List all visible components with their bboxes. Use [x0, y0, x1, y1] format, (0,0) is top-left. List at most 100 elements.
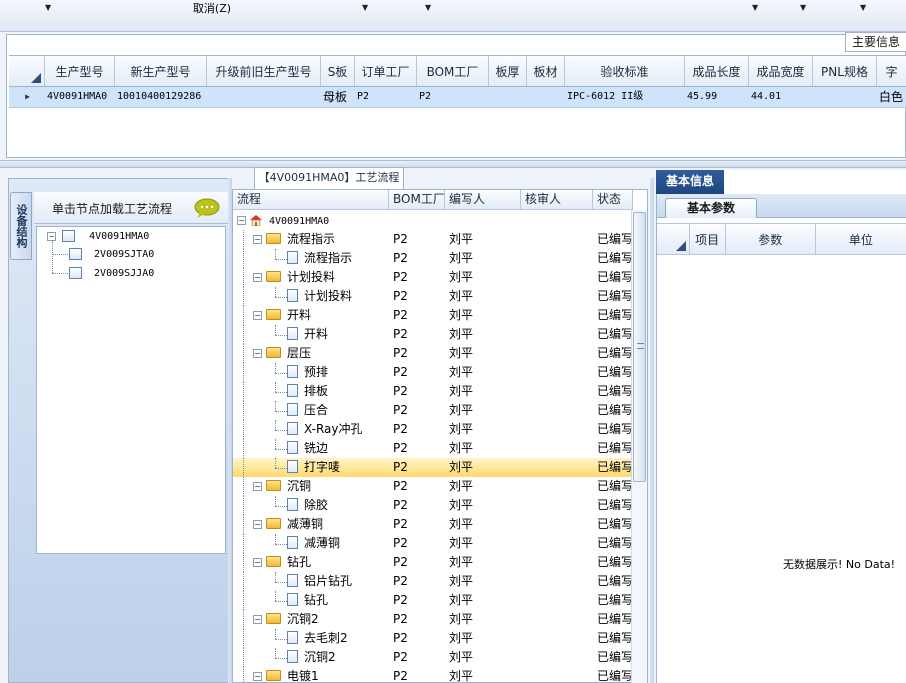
- document-icon: [287, 289, 298, 302]
- tree-node-group[interactable]: − 电镀1 P2 刘平 已编写: [233, 667, 631, 683]
- collapse-icon[interactable]: −: [253, 349, 262, 358]
- tree-line: [275, 439, 276, 449]
- horizontal-splitter[interactable]: [0, 160, 906, 168]
- column-header[interactable]: 生产型号: [45, 56, 115, 86]
- column-header[interactable]: 核审人: [521, 190, 593, 209]
- tree-node-step[interactable]: 钻孔 P2 刘平 已编写: [233, 591, 631, 610]
- column-header[interactable]: 项目: [690, 224, 726, 254]
- collapse-icon[interactable]: −: [253, 482, 262, 491]
- tree-node-child[interactable]: 2V009SJJA0: [69, 267, 154, 279]
- column-header[interactable]: 板材: [527, 56, 565, 86]
- tree-line: [243, 306, 244, 325]
- column-header[interactable]: 状态: [593, 190, 633, 209]
- tab-process-flow[interactable]: 【4V0091HMA0】工艺流程: [254, 167, 404, 189]
- collapse-icon[interactable]: −: [253, 672, 262, 681]
- table-cell[interactable]: IPC-6012 II级: [565, 87, 685, 107]
- table-cell[interactable]: 45.99: [685, 87, 749, 107]
- dropdown-arrow-icon[interactable]: ▼: [425, 3, 431, 12]
- tree-node-group[interactable]: − 层压 P2 刘平 已编写: [233, 344, 631, 363]
- tree-node-step[interactable]: 减薄铜 P2 刘平 已编写: [233, 534, 631, 553]
- tree-node-step[interactable]: 流程指示 P2 刘平 已编写: [233, 249, 631, 268]
- collapse-icon[interactable]: −: [237, 216, 246, 225]
- tree-node-group[interactable]: − 沉铜2 P2 刘平 已编写: [233, 610, 631, 629]
- column-header[interactable]: 编写人: [445, 190, 521, 209]
- tree-node-group[interactable]: − 沉铜 P2 刘平 已编写: [233, 477, 631, 496]
- dropdown-arrow-icon[interactable]: ▼: [800, 3, 806, 12]
- author-cell: 刘平: [449, 517, 474, 531]
- tree-node-group[interactable]: − 开料 P2 刘平 已编写: [233, 306, 631, 325]
- collapse-icon[interactable]: −: [253, 520, 262, 529]
- column-header[interactable]: 参数: [726, 224, 816, 254]
- tab-basic-params[interactable]: 基本参数: [665, 198, 757, 218]
- tree-node-step[interactable]: 开料 P2 刘平 已编写: [233, 325, 631, 344]
- scrollbar-thumb[interactable]: [633, 212, 646, 482]
- vertical-splitter[interactable]: [650, 178, 654, 683]
- column-header[interactable]: 订单工厂: [355, 56, 417, 86]
- column-header[interactable]: BOM工厂: [417, 56, 489, 86]
- tree-node-step[interactable]: 排板 P2 刘平 已编写: [233, 382, 631, 401]
- table-cell[interactable]: P2: [355, 87, 417, 107]
- column-header[interactable]: PNL规格: [813, 56, 877, 86]
- table-cell[interactable]: 白色: [877, 87, 906, 107]
- table-cell[interactable]: P2: [417, 87, 489, 107]
- tab-device-structure[interactable]: 设备结构: [10, 192, 32, 260]
- dropdown-arrow-icon[interactable]: ▼: [362, 3, 368, 12]
- column-header[interactable]: BOM工厂: [389, 190, 445, 209]
- tree-node-child[interactable]: 2V009SJTA0: [69, 248, 154, 260]
- tree-node-step[interactable]: 预排 P2 刘平 已编写: [233, 363, 631, 382]
- column-header[interactable]: 板厚: [489, 56, 527, 86]
- grid-corner[interactable]: [657, 224, 690, 254]
- column-header[interactable]: 字: [877, 56, 906, 86]
- vertical-scrollbar[interactable]: [631, 210, 647, 683]
- dropdown-arrow-icon[interactable]: ▼: [752, 3, 758, 12]
- table-cell[interactable]: [527, 87, 565, 107]
- table-cell[interactable]: 44.01: [749, 87, 813, 107]
- dropdown-arrow-icon[interactable]: ▼: [45, 3, 51, 12]
- tree-node-step[interactable]: 除胶 P2 刘平 已编写: [233, 496, 631, 515]
- column-header[interactable]: 成品长度: [685, 56, 749, 86]
- tree-node-step[interactable]: 沉铜2 P2 刘平 已编写: [233, 648, 631, 667]
- table-cell[interactable]: [207, 87, 321, 107]
- table-cell[interactable]: 母板: [321, 87, 355, 107]
- table-cell[interactable]: 10010400129286: [115, 87, 207, 107]
- tree-node-step[interactable]: 计划投料 P2 刘平 已编写: [233, 287, 631, 306]
- collapse-icon[interactable]: −: [253, 273, 262, 282]
- tree-node-step[interactable]: 铝片钻孔 P2 刘平 已编写: [233, 572, 631, 591]
- bom-factory-cell: P2: [393, 289, 408, 303]
- column-header[interactable]: 升级前旧生产型号: [207, 56, 321, 86]
- table-cell[interactable]: 4V0091HMA0: [45, 87, 115, 107]
- collapse-icon[interactable]: −: [253, 235, 262, 244]
- tree-node-step[interactable]: 铣边 P2 刘平 已编写: [233, 439, 631, 458]
- collapse-icon[interactable]: −: [253, 311, 262, 320]
- tree-node-group[interactable]: − 流程指示 P2 刘平 已编写: [233, 230, 631, 249]
- tree-line: [275, 658, 287, 659]
- author-cell: 刘平: [449, 365, 474, 379]
- tree-node-step[interactable]: 打字唛 P2 刘平 已编写: [233, 458, 631, 477]
- column-header[interactable]: 成品宽度: [749, 56, 813, 86]
- tab-basic-info[interactable]: 基本信息: [656, 170, 724, 194]
- column-header[interactable]: 流程: [233, 190, 389, 209]
- cancel-button[interactable]: 取消(Z): [172, 0, 252, 15]
- tab-main-info[interactable]: 主要信息: [844, 32, 906, 52]
- table-cell[interactable]: [813, 87, 877, 107]
- column-header[interactable]: 验收标准: [565, 56, 685, 86]
- collapse-icon[interactable]: −: [47, 231, 56, 241]
- dropdown-arrow-icon[interactable]: ▼: [860, 3, 866, 12]
- tree-node-step[interactable]: X-Ray冲孔 P2 刘平 已编写: [233, 420, 631, 439]
- tree-node-step[interactable]: 压合 P2 刘平 已编写: [233, 401, 631, 420]
- tree-node-root[interactable]: − 4V0091HMA0: [47, 230, 152, 242]
- collapse-icon[interactable]: −: [253, 615, 262, 624]
- tree-node-step[interactable]: 去毛刺2 P2 刘平 已编写: [233, 629, 631, 648]
- tree-node-group[interactable]: − 钻孔 P2 刘平 已编写: [233, 553, 631, 572]
- table-cell[interactable]: [489, 87, 527, 107]
- tree-node-root[interactable]: − 4V0091HMA0: [233, 211, 631, 230]
- tree-node-group[interactable]: − 减薄铜 P2 刘平 已编写: [233, 515, 631, 534]
- column-header[interactable]: 单位: [816, 224, 906, 254]
- grid-corner[interactable]: [9, 56, 45, 86]
- folder-icon: [266, 233, 281, 244]
- table-row[interactable]: ▶ 4V0091HMA0 10010400129286 母板 P2 P2 IPC…: [9, 87, 906, 108]
- column-header[interactable]: S板: [321, 56, 355, 86]
- column-header[interactable]: 新生产型号: [115, 56, 207, 86]
- tree-node-group[interactable]: − 计划投料 P2 刘平 已编写: [233, 268, 631, 287]
- collapse-icon[interactable]: −: [253, 558, 262, 567]
